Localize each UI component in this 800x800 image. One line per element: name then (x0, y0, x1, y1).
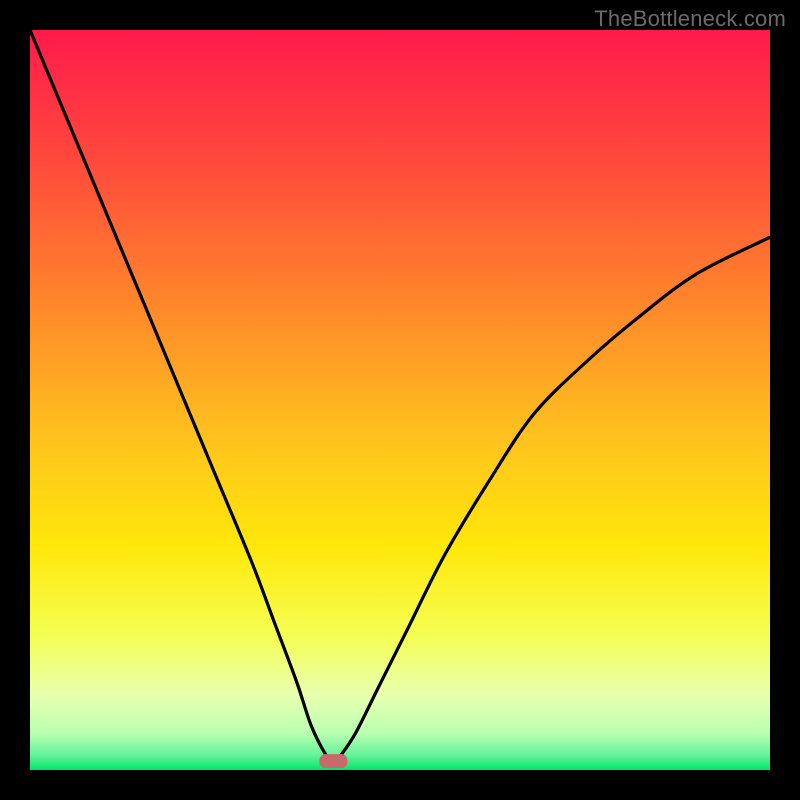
bottleneck-chart (0, 0, 800, 800)
chart-frame: TheBottleneck.com (0, 0, 800, 800)
watermark-text: TheBottleneck.com (594, 6, 786, 32)
optimum-marker (319, 754, 347, 768)
plot-background (30, 30, 770, 770)
